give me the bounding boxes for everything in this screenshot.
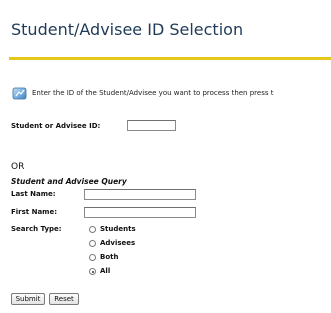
first-name-input[interactable] bbox=[84, 207, 196, 218]
query-heading: Student and Advisee Query bbox=[11, 177, 127, 186]
or-separator: OR bbox=[11, 162, 25, 172]
radio-advisees[interactable] bbox=[89, 240, 96, 247]
instructions-row: Enter the ID of the Student/Advisee you … bbox=[12, 87, 331, 103]
search-type-label: Search Type: bbox=[11, 225, 62, 233]
page-title: Student/Advisee ID Selection bbox=[11, 20, 244, 39]
radio-students-label: Students bbox=[100, 225, 136, 233]
radio-advisees-label: Advisees bbox=[100, 239, 136, 247]
radio-both[interactable] bbox=[89, 254, 96, 261]
title-divider bbox=[9, 57, 331, 60]
first-name-label: First Name: bbox=[11, 208, 58, 216]
radio-all-label: All bbox=[100, 267, 111, 275]
instructions-text: Enter the ID of the Student/Advisee you … bbox=[32, 89, 274, 97]
radio-both-label: Both bbox=[100, 253, 119, 261]
reset-button[interactable]: Reset bbox=[49, 293, 79, 305]
student-advisee-id-input[interactable] bbox=[127, 120, 176, 131]
radio-students[interactable] bbox=[89, 226, 96, 233]
last-name-label: Last Name: bbox=[11, 190, 56, 198]
last-name-input[interactable] bbox=[84, 189, 196, 200]
student-advisee-id-label: Student or Advisee ID: bbox=[11, 122, 101, 130]
radio-all[interactable] bbox=[89, 268, 96, 275]
page-header: Student/Advisee ID Selection bbox=[0, 0, 331, 60]
info-icon bbox=[12, 87, 27, 100]
submit-button[interactable]: Submit bbox=[11, 293, 45, 305]
